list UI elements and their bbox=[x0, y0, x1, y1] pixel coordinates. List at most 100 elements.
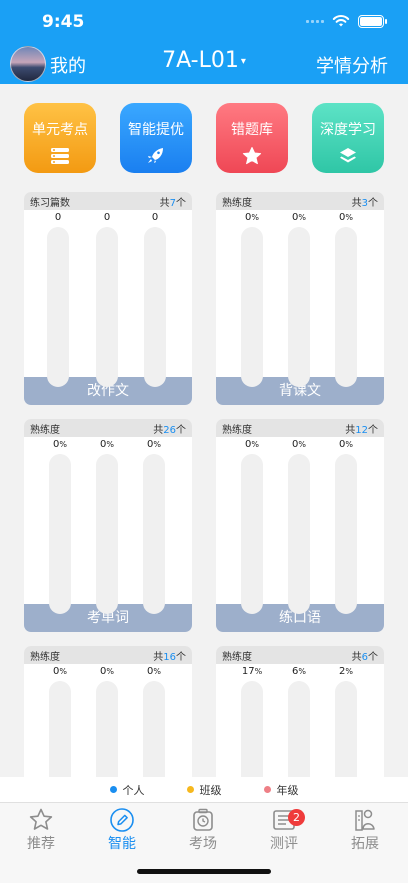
bar-number: 17 bbox=[241, 666, 255, 677]
bar-group: 0% 0% 0% bbox=[216, 437, 384, 614]
bar-personal: 0% bbox=[241, 210, 263, 387]
tile-label: 单元考点 bbox=[32, 122, 88, 138]
tab-exam[interactable]: 考场 bbox=[163, 807, 243, 853]
tab-smart[interactable]: 智能 bbox=[82, 807, 162, 853]
bar-value: 0% bbox=[288, 437, 310, 453]
bar-value: 0% bbox=[143, 437, 165, 453]
count-prefix: 共 bbox=[351, 651, 362, 663]
card-recite[interactable]: 熟练度 共3个 0% 0% 0% 背课文 bbox=[216, 192, 384, 405]
status-time: 9:45 bbox=[42, 12, 85, 32]
bar-track bbox=[96, 454, 118, 614]
class-title[interactable]: 7A-L01 bbox=[162, 48, 239, 73]
percent-sign: % bbox=[106, 667, 114, 676]
bar-group: 0% 0% 0% bbox=[24, 664, 192, 786]
legend-dot bbox=[263, 786, 271, 793]
bar-value: 0% bbox=[143, 664, 165, 680]
bar-value: 0% bbox=[335, 210, 357, 226]
percent-sign: % bbox=[153, 440, 161, 449]
person-book-icon bbox=[355, 809, 375, 831]
bar-track bbox=[288, 454, 310, 614]
card-count: 共16个 bbox=[153, 648, 186, 663]
legend-label: 个人 bbox=[122, 783, 145, 797]
status-icons bbox=[306, 14, 387, 28]
card-fifth[interactable]: 熟练度 共16个 0% 0% 0% bbox=[24, 646, 192, 786]
percent-sign: % bbox=[251, 213, 259, 222]
card-header: 熟练度 共12个 bbox=[216, 419, 384, 437]
count-suffix: 个 bbox=[368, 197, 378, 209]
tab-bar: 推荐 智能 考场 测评 2 拓展 bbox=[0, 802, 408, 883]
bar-track bbox=[241, 227, 263, 387]
bar-value: 0% bbox=[49, 664, 71, 680]
percent-sign: % bbox=[298, 440, 306, 449]
card-sixth[interactable]: 熟练度 共6个 17% 6% 2% bbox=[216, 646, 384, 786]
count-value: 16 bbox=[163, 651, 176, 663]
percent-sign: % bbox=[345, 440, 353, 449]
card-count: 共26个 bbox=[153, 421, 186, 436]
tab-label: 推荐 bbox=[27, 836, 55, 852]
bar-value: 6% bbox=[288, 664, 310, 680]
bar-track bbox=[143, 454, 165, 614]
chevron-down-icon[interactable]: ▾ bbox=[241, 56, 246, 67]
bar-value: 0% bbox=[241, 210, 263, 226]
bar-group: 0% 0% 0% bbox=[216, 210, 384, 387]
bar-track bbox=[96, 227, 118, 387]
tab-expand[interactable]: 拓展 bbox=[325, 807, 405, 853]
bar-value: 2% bbox=[335, 664, 357, 680]
bar-class: 0% bbox=[96, 437, 118, 614]
card-header: 熟练度 共16个 bbox=[24, 646, 192, 664]
legend-dot bbox=[186, 786, 194, 793]
legend: 个人 班级 年级 bbox=[0, 777, 408, 802]
bar-personal: 0% bbox=[49, 664, 71, 786]
rocket-icon bbox=[148, 148, 163, 163]
bar-track bbox=[49, 454, 71, 614]
percent-sign: % bbox=[153, 667, 161, 676]
percent-sign: % bbox=[106, 440, 114, 449]
bar-class: 0 bbox=[96, 210, 118, 387]
bar-group: 17% 6% 2% bbox=[216, 664, 384, 786]
legend-grade: 年级 bbox=[263, 782, 299, 798]
tile-smart-improve[interactable]: 智能提优 bbox=[120, 103, 192, 173]
tab-recommend[interactable]: 推荐 bbox=[1, 807, 81, 853]
bar-track bbox=[335, 227, 357, 387]
count-suffix: 个 bbox=[176, 651, 186, 663]
bar-number: 0 bbox=[103, 212, 111, 223]
bar-value: 0 bbox=[144, 210, 166, 226]
bar-track bbox=[335, 454, 357, 614]
count-value: 26 bbox=[163, 424, 176, 436]
count-prefix: 共 bbox=[159, 197, 170, 209]
count-suffix: 个 bbox=[368, 651, 378, 663]
card-metric-label: 熟练度 bbox=[30, 651, 60, 663]
bar-value: 0% bbox=[241, 437, 263, 453]
analysis-button[interactable]: 学情分析 bbox=[316, 52, 388, 78]
tab-label: 智能 bbox=[108, 836, 136, 852]
tile-wrong-questions[interactable]: 错题库 bbox=[216, 103, 288, 173]
card-count: 共7个 bbox=[160, 194, 186, 209]
bar-value: 0% bbox=[288, 210, 310, 226]
card-speaking[interactable]: 熟练度 共12个 0% 0% 0% 练口语 bbox=[216, 419, 384, 632]
legend-dot bbox=[109, 786, 117, 793]
tile-label: 深度学习 bbox=[320, 122, 376, 138]
percent-sign: % bbox=[59, 440, 67, 449]
card-metric-label: 熟练度 bbox=[222, 197, 252, 209]
tile-deep-learning[interactable]: 深度学习 bbox=[312, 103, 384, 173]
count-prefix: 共 bbox=[351, 197, 362, 209]
bar-grade: 2% bbox=[335, 664, 357, 786]
percent-sign: % bbox=[345, 667, 353, 676]
card-writing[interactable]: 练习篇数 共7个 0 0 0 改作文 bbox=[24, 192, 192, 405]
card-words[interactable]: 熟练度 共26个 0% 0% 0% 考单词 bbox=[24, 419, 192, 632]
percent-sign: % bbox=[298, 667, 306, 676]
count-suffix: 个 bbox=[176, 424, 186, 436]
card-metric-label: 熟练度 bbox=[30, 424, 60, 436]
card-header: 熟练度 共3个 bbox=[216, 192, 384, 210]
percent-sign: % bbox=[254, 667, 263, 676]
bar-grade: 0% bbox=[335, 210, 357, 387]
tile-unit-points[interactable]: 单元考点 bbox=[24, 103, 96, 173]
bar-class: 6% bbox=[288, 664, 310, 786]
bar-class: 0% bbox=[96, 664, 118, 786]
tab-label: 拓展 bbox=[351, 836, 379, 852]
bar-number: 0 bbox=[54, 212, 62, 223]
tab-assessment[interactable]: 测评 2 bbox=[244, 807, 324, 853]
bar-personal: 17% bbox=[241, 664, 263, 786]
bar-value: 0 bbox=[96, 210, 118, 226]
percent-sign: % bbox=[59, 667, 67, 676]
